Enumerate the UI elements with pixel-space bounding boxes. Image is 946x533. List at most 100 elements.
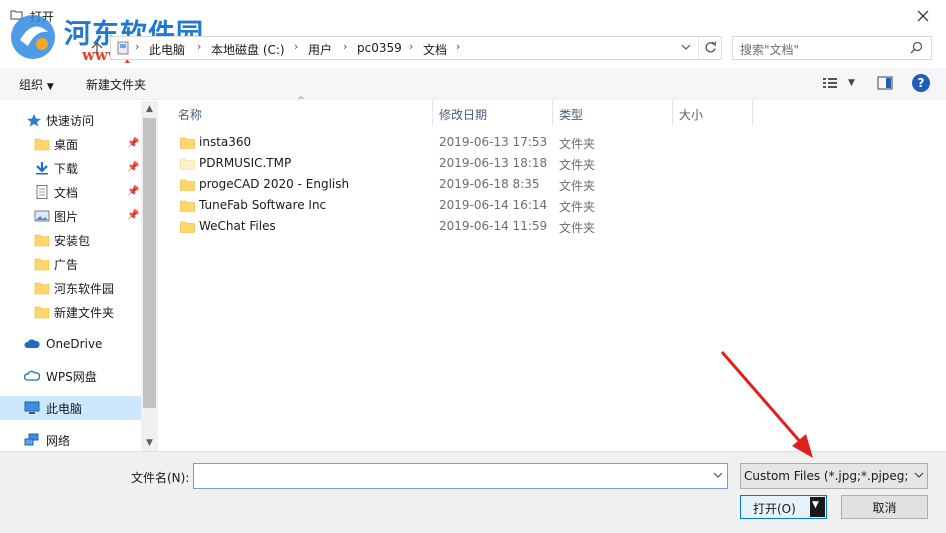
caret-down-icon[interactable]: ▼ bbox=[848, 78, 855, 88]
sidebar-item-label: 广告 bbox=[54, 257, 79, 272]
column-divider[interactable] bbox=[672, 100, 673, 126]
column-divider[interactable] bbox=[432, 100, 433, 126]
address-bar[interactable]: › 此电脑 › 本地磁盘 (C:) › 用户 › pc0359 › 文档 › bbox=[110, 36, 722, 60]
crumb-documents[interactable]: 文档 bbox=[423, 41, 447, 58]
file-row[interactable]: insta360 2019-06-13 17:53 文件夹 bbox=[176, 133, 876, 154]
crumb-user[interactable]: pc0359 bbox=[357, 41, 402, 55]
column-header-size[interactable]: 大小 bbox=[679, 106, 703, 123]
sidebar-item-label: 此电脑 bbox=[46, 401, 83, 416]
star-icon bbox=[27, 114, 41, 127]
sidebar-item-label: 下载 bbox=[54, 161, 79, 176]
sidebar-item-label: 桌面 bbox=[54, 137, 79, 152]
chevron-down-icon[interactable] bbox=[913, 470, 925, 480]
file-modified: 2019-06-14 16:14 bbox=[439, 198, 548, 212]
folder-icon bbox=[180, 200, 195, 212]
sidebar-item-label: 文档 bbox=[54, 185, 79, 200]
help-icon[interactable]: ? bbox=[912, 74, 930, 92]
refresh-icon bbox=[705, 41, 717, 53]
view-details-icon[interactable] bbox=[822, 76, 838, 90]
folder-icon bbox=[34, 234, 50, 247]
preview-pane-icon[interactable] bbox=[877, 76, 893, 90]
navigation-pane: 快速访问 桌面 📌 下载 📌 文档 📌 图片 📌 安装包 广告 河东软件园 新建… bbox=[0, 101, 158, 451]
file-modified: 2019-06-18 8:35 bbox=[439, 177, 540, 191]
file-name: PDRMUSIC.TMP bbox=[199, 156, 292, 170]
folder-icon bbox=[34, 282, 50, 295]
pin-icon: 📌 bbox=[127, 210, 140, 221]
crumb-users[interactable]: 用户 bbox=[308, 41, 332, 58]
sidebar-item-ads[interactable]: 广告 bbox=[0, 252, 140, 276]
computer-icon bbox=[117, 41, 129, 55]
close-icon bbox=[917, 10, 929, 22]
sidebar-item-pictures[interactable]: 图片 📌 bbox=[0, 204, 140, 228]
file-type: 文件夹 bbox=[559, 179, 596, 193]
sidebar-item-onedrive[interactable]: OneDrive bbox=[0, 332, 140, 356]
chevron-right-icon: › bbox=[409, 40, 414, 53]
chevron-down-icon[interactable] bbox=[680, 42, 692, 52]
sidebar-item-label: WPS网盘 bbox=[46, 369, 97, 384]
chevron-up-icon[interactable]: ▲ bbox=[141, 101, 158, 117]
folder-icon bbox=[34, 306, 50, 319]
sidebar-scroll-thumb[interactable] bbox=[143, 118, 156, 408]
sidebar-item-installers[interactable]: 安装包 bbox=[0, 228, 140, 252]
crumb-local-disk[interactable]: 本地磁盘 (C:) bbox=[211, 41, 285, 58]
file-row[interactable]: progeCAD 2020 - English 2019-06-18 8:35 … bbox=[176, 175, 876, 196]
column-header-type[interactable]: 类型 bbox=[559, 106, 583, 123]
sidebar-item-label: 图片 bbox=[54, 209, 79, 224]
file-name: progeCAD 2020 - English bbox=[199, 177, 350, 191]
sidebar-item-label: 河东软件园 bbox=[54, 281, 115, 296]
sidebar-item-wps[interactable]: WPS网盘 bbox=[0, 364, 140, 388]
pin-icon: 📌 bbox=[127, 138, 140, 149]
cloud-outline-icon bbox=[24, 370, 40, 381]
file-modified: 2019-06-14 11:59 bbox=[439, 219, 548, 233]
sidebar-item-hedong[interactable]: 河东软件园 bbox=[0, 276, 140, 300]
file-modified: 2019-06-13 18:18 bbox=[439, 156, 548, 170]
organize-label: 组织 bbox=[19, 78, 44, 92]
watermark-logo-icon bbox=[11, 15, 55, 59]
download-icon bbox=[36, 162, 48, 175]
column-divider[interactable] bbox=[752, 100, 753, 126]
sidebar-item-new-folder[interactable]: 新建文件夹 bbox=[0, 300, 140, 324]
file-row[interactable]: WeChat Files 2019-06-14 11:59 文件夹 bbox=[176, 217, 876, 238]
file-type: 文件夹 bbox=[559, 200, 596, 214]
sidebar-item-label: OneDrive bbox=[46, 337, 103, 351]
file-row[interactable]: TuneFab Software Inc 2019-06-14 16:14 文件… bbox=[176, 196, 876, 217]
refresh-button[interactable] bbox=[698, 36, 722, 60]
close-button[interactable] bbox=[900, 0, 946, 32]
cloud-icon bbox=[24, 339, 40, 348]
folder-icon bbox=[34, 138, 50, 151]
sort-ascending-icon: ^ bbox=[297, 96, 305, 106]
sidebar-item-documents[interactable]: 文档 📌 bbox=[0, 180, 140, 204]
sidebar-item-desktop[interactable]: 桌面 📌 bbox=[0, 132, 140, 156]
open-button-label: 打开(O) bbox=[753, 502, 796, 516]
new-folder-button[interactable]: 新建文件夹 bbox=[86, 76, 146, 93]
arrow-up-icon bbox=[91, 42, 103, 54]
sidebar-item-network[interactable]: 网络 bbox=[0, 428, 140, 451]
sidebar-item-label: 安装包 bbox=[54, 233, 91, 248]
folder-pale-icon bbox=[180, 158, 195, 170]
file-name: TuneFab Software Inc bbox=[199, 198, 327, 212]
sidebar-item-label: 新建文件夹 bbox=[54, 305, 115, 320]
pin-icon: 📌 bbox=[127, 186, 140, 197]
file-type: 文件夹 bbox=[559, 221, 596, 235]
crumb-this-pc[interactable]: 此电脑 bbox=[149, 41, 185, 58]
file-type: 文件夹 bbox=[559, 137, 596, 151]
sidebar-item-label: 快速访问 bbox=[46, 113, 95, 128]
column-divider[interactable] bbox=[552, 100, 553, 126]
cancel-button[interactable]: 取消 bbox=[841, 495, 928, 519]
chevron-right-icon: › bbox=[197, 40, 202, 53]
column-header-modified[interactable]: 修改日期 bbox=[439, 106, 487, 123]
search-icon[interactable] bbox=[910, 41, 923, 54]
sidebar-item-downloads[interactable]: 下载 📌 bbox=[0, 156, 140, 180]
column-header-name[interactable]: 名称 bbox=[178, 106, 202, 123]
chevron-down-icon[interactable]: ▼ bbox=[141, 435, 158, 451]
sidebar-item-quick-access[interactable]: 快速访问 bbox=[0, 108, 140, 132]
file-row[interactable]: PDRMUSIC.TMP 2019-06-13 18:18 文件夹 bbox=[176, 154, 876, 175]
filename-input[interactable] bbox=[193, 463, 728, 489]
caret-down-icon: ▼ bbox=[812, 500, 819, 510]
up-button[interactable] bbox=[86, 37, 108, 59]
network-icon bbox=[24, 433, 39, 446]
file-name: insta360 bbox=[199, 135, 252, 149]
computer-icon bbox=[24, 401, 40, 414]
organize-menu[interactable]: 组织 ▼ bbox=[19, 76, 54, 93]
sidebar-item-this-pc[interactable]: 此电脑 bbox=[0, 396, 141, 420]
